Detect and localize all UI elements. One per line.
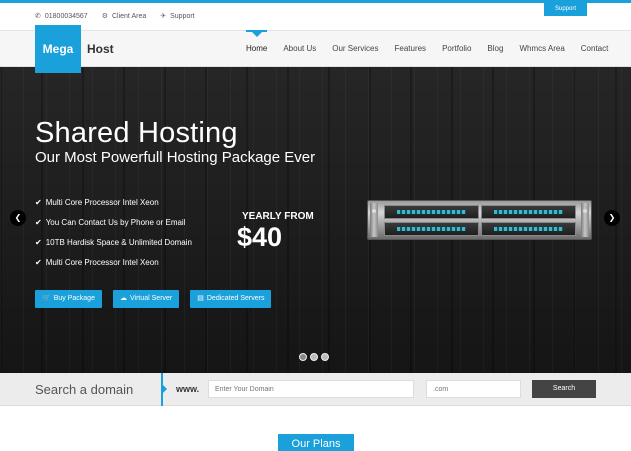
- drive-bay: [481, 205, 576, 219]
- slider-next-button[interactable]: ❯: [604, 210, 620, 226]
- logo-mega: Mega: [35, 25, 81, 73]
- chevron-right-icon: ❯: [608, 213, 616, 222]
- logo-host: Host: [87, 42, 114, 56]
- nav-home[interactable]: Home: [238, 30, 275, 67]
- page: ✆ 01800034567 ⚙ Client Area ✈ Support Su…: [0, 0, 631, 451]
- hero-title: Shared Hosting: [35, 117, 238, 149]
- client-area-label: Client Area: [111, 12, 147, 20]
- virtual-server-button[interactable]: ☁ Virtual Server: [112, 290, 180, 308]
- domain-search-title: Search a domain: [35, 382, 134, 397]
- virtual-server-label: Virtual Server: [129, 295, 173, 302]
- client-area-link[interactable]: ⚙ Client Area: [101, 12, 147, 21]
- hero-buttons: 🛒 Buy Package ☁ Virtual Server ▤ Dedicat…: [35, 290, 272, 308]
- cart-icon: 🛒: [42, 295, 51, 302]
- buy-package-label: Buy Package: [53, 295, 95, 302]
- main-nav: Home About Us Our Services Features Port…: [238, 30, 616, 67]
- hero-subtitle: Our Most Powerfull Hosting Package Ever: [35, 149, 316, 166]
- cloud-icon: ☁: [119, 295, 127, 302]
- check-icon: ✔: [35, 217, 42, 227]
- slider-pagination: [299, 353, 329, 361]
- check-icon: ✔: [35, 197, 42, 207]
- slider-dot[interactable]: [310, 353, 318, 361]
- slider-dot[interactable]: [299, 353, 307, 361]
- domain-tld-input[interactable]: [426, 380, 521, 398]
- support-link[interactable]: ✈ Support: [160, 12, 195, 21]
- server-icon: ▤: [197, 295, 204, 302]
- feature-text: Multi Core Processor Intel Xeon: [45, 257, 159, 267]
- hero-slider: Shared Hosting Our Most Powerfull Hostin…: [0, 67, 631, 373]
- plane-icon: ✈: [160, 13, 167, 20]
- feature-item: ✔ 10TB Hardisk Space & Unlimited Domain: [35, 232, 192, 252]
- feature-item: ✔ Multi Core Processor Intel Xeon: [35, 252, 192, 272]
- phone-item: ✆ 01800034567: [35, 12, 88, 21]
- price-label: YEARLY FROM: [242, 211, 314, 222]
- feature-item: ✔ Multi Core Processor Intel Xeon: [35, 192, 192, 212]
- feature-item: ✔ You Can Contact Us by Phone or Email: [35, 212, 192, 232]
- buy-package-button[interactable]: 🛒 Buy Package: [35, 290, 102, 308]
- price-amount: $40: [237, 222, 283, 252]
- domain-search-button[interactable]: Search: [532, 380, 596, 398]
- drive-bay: [384, 222, 479, 236]
- check-icon: ✔: [35, 257, 42, 267]
- domain-divider: [161, 373, 167, 406]
- gears-icon: ⚙: [101, 13, 108, 20]
- feature-text: Multi Core Processor Intel Xeon: [45, 197, 159, 207]
- server-rack-image: [367, 200, 592, 240]
- domain-name-input[interactable]: [208, 380, 414, 398]
- nav-features[interactable]: Features: [386, 30, 434, 67]
- nav-our-services[interactable]: Our Services: [324, 30, 386, 67]
- dedicated-servers-button[interactable]: ▤ Dedicated Servers: [190, 290, 272, 308]
- nav-portfolio[interactable]: Portfolio: [434, 30, 479, 67]
- support-tab-button[interactable]: Support: [544, 3, 587, 16]
- dedicated-servers-label: Dedicated Servers: [206, 295, 265, 302]
- feature-text: You Can Contact Us by Phone or Email: [45, 217, 186, 227]
- drive-bay: [384, 205, 479, 219]
- support-label: Support: [170, 12, 195, 20]
- nav-about-us[interactable]: About Us: [275, 30, 324, 67]
- slider-dot[interactable]: [321, 353, 329, 361]
- phone-number: 01800034567: [44, 12, 88, 20]
- slider-prev-button[interactable]: ❮: [10, 210, 26, 226]
- feature-text: 10TB Hardisk Space & Unlimited Domain: [45, 237, 192, 247]
- phone-icon: ✆: [35, 13, 41, 20]
- www-prefix: www.: [176, 384, 200, 394]
- site-logo[interactable]: Mega Host: [35, 25, 114, 73]
- domain-search-bar: Search a domain www. Search: [0, 373, 631, 406]
- nav-contact[interactable]: Contact: [573, 30, 617, 67]
- nav-blog[interactable]: Blog: [479, 30, 511, 67]
- feature-list: ✔ Multi Core Processor Intel Xeon ✔ You Ca…: [35, 192, 192, 272]
- check-icon: ✔: [35, 237, 42, 247]
- nav-whmcs-area[interactable]: Whmcs Area: [511, 30, 572, 67]
- contact-links: ✆ 01800034567 ⚙ Client Area ✈ Support: [35, 12, 195, 21]
- chevron-left-icon: ❮: [14, 213, 22, 222]
- our-plans-heading: Our Plans: [278, 434, 354, 451]
- drive-bay: [481, 222, 576, 236]
